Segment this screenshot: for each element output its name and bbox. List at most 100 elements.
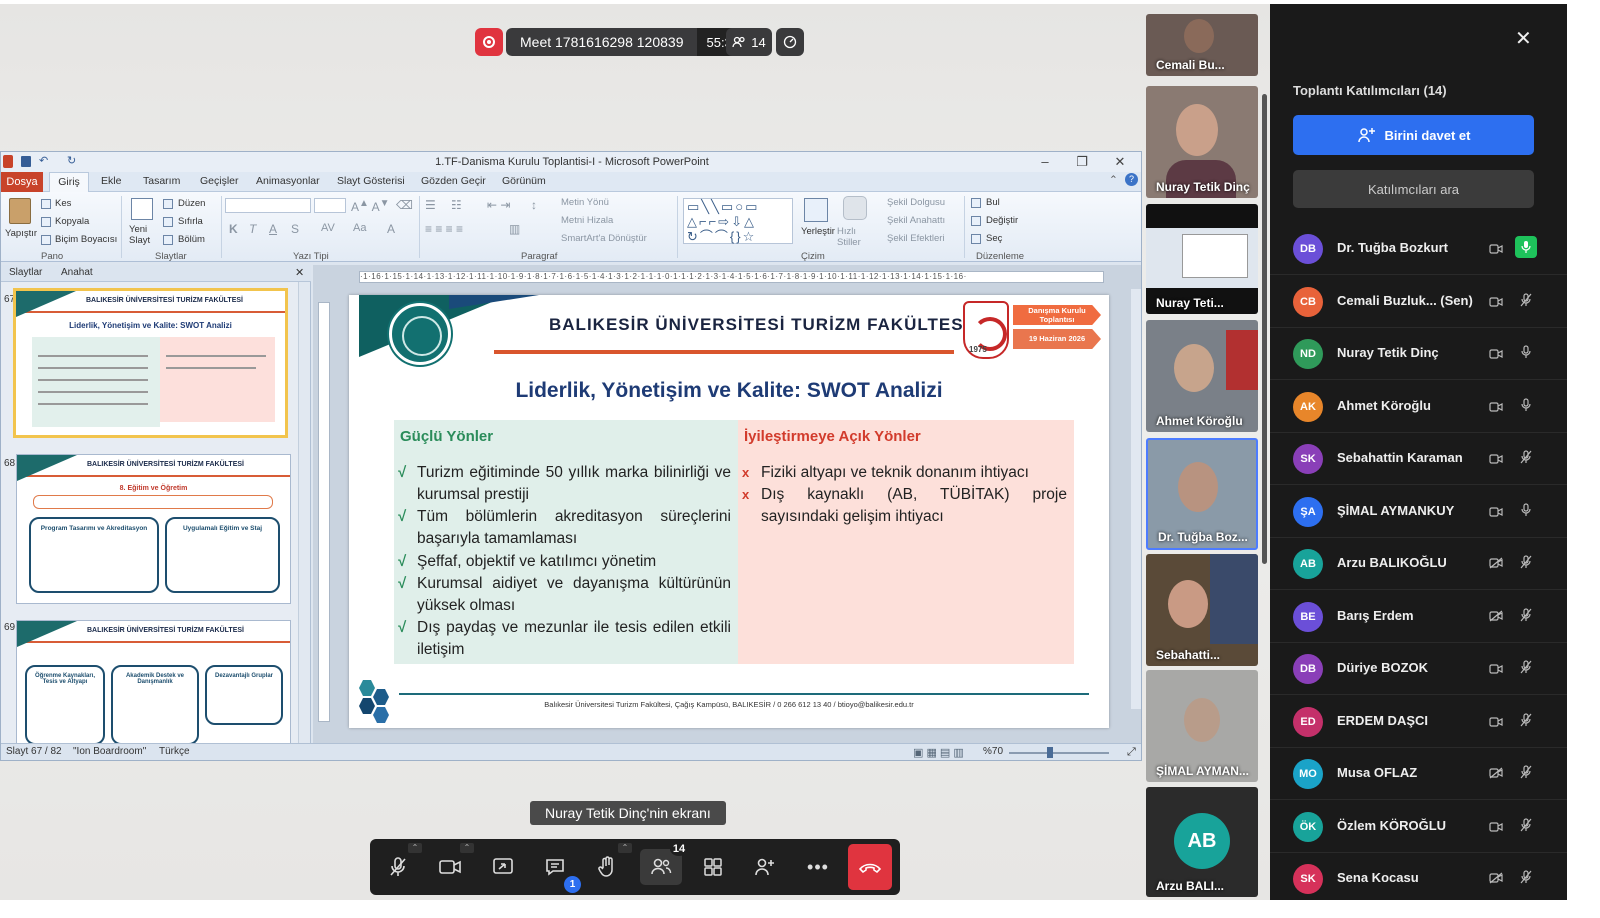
zoom-level[interactable]: %70 xyxy=(983,746,1003,757)
layout-button[interactable] xyxy=(695,849,731,885)
mic-icon[interactable] xyxy=(1515,341,1537,363)
undo-icon[interactable]: ↶ xyxy=(39,154,48,167)
participant-row[interactable]: AB Arzu BALIKOĞLU xyxy=(1270,538,1567,590)
char-spacing-icon[interactable]: AV xyxy=(321,222,335,234)
align-text-button[interactable]: Metni Hizala xyxy=(561,215,613,226)
video-tile[interactable]: Nuray Tetik Dinç xyxy=(1146,86,1258,198)
video-tile[interactable]: Cemali Bu... xyxy=(1146,14,1258,76)
mic-muted-icon[interactable] xyxy=(1515,604,1537,626)
camera-icon[interactable] xyxy=(1489,819,1503,837)
camera-button[interactable] xyxy=(432,849,468,885)
video-tile[interactable]: ŞİMAL AYMAN... xyxy=(1146,670,1258,782)
participant-row[interactable]: ED ERDEM DAŞCI xyxy=(1270,696,1567,748)
italic-icon[interactable]: T xyxy=(249,222,256,236)
shape-fill-button[interactable]: Şekil Dolgusu xyxy=(887,197,945,208)
camera-icon[interactable] xyxy=(1489,661,1503,679)
zoom-slider[interactable] xyxy=(1009,752,1109,754)
camera-options-caret[interactable]: ⌃ xyxy=(460,843,474,853)
mic-muted-icon[interactable] xyxy=(1515,866,1537,888)
smartart-button[interactable]: SmartArt'a Dönüştür xyxy=(561,233,647,244)
reset-button[interactable]: Sıfırla xyxy=(178,216,203,227)
video-tile-active[interactable]: Dr. Tuğba Boz... xyxy=(1146,438,1258,550)
thumbnail-scrollbar[interactable] xyxy=(298,282,310,743)
tab-dosya[interactable]: Dosya xyxy=(1,172,43,192)
shape-outline-button[interactable]: Şekil Anahattı xyxy=(887,215,945,226)
slide-thumbnail-69[interactable]: BALIKESİR ÜNİVERSİTESİ TURİZM FAKÜLTESİ … xyxy=(16,620,291,743)
participant-row[interactable]: ND Nuray Tetik Dinç xyxy=(1270,328,1567,380)
tab-slides[interactable]: Slaytlar xyxy=(9,267,42,278)
mic-muted-icon[interactable] xyxy=(1515,446,1537,468)
mic-options-caret[interactable]: ⌃ xyxy=(408,843,422,853)
camera-off-icon[interactable] xyxy=(1489,766,1503,784)
mic-icon[interactable] xyxy=(1515,236,1537,258)
screen-share-tile[interactable]: Nuray Teti... xyxy=(1146,204,1258,314)
ribbon-collapse-icon[interactable]: ⌃ xyxy=(1109,174,1118,186)
text-direction-button[interactable]: Metin Yönü xyxy=(561,197,609,208)
tab-gozden-gecir[interactable]: Gözden Geçir xyxy=(421,175,486,187)
mute-button[interactable] xyxy=(380,849,416,885)
slide-thumbnail-67[interactable]: BALIKESİR ÜNİVERSİTESİ TURİZM FAKÜLTESİ … xyxy=(13,288,288,438)
strikethrough-icon[interactable]: S xyxy=(291,222,299,236)
video-tile[interactable]: Ahmet Köroğlu xyxy=(1146,320,1258,432)
copy-button[interactable]: Kopyala xyxy=(55,216,89,227)
raise-hand-button[interactable] xyxy=(589,849,625,885)
shapes-gallery[interactable]: ▭╲╲▭○▭ △⌐⌐⇨⇩△ ↻⌒⌒{}☆ xyxy=(683,198,793,244)
recording-indicator[interactable] xyxy=(475,28,503,56)
mic-muted-icon[interactable] xyxy=(1515,656,1537,678)
camera-icon[interactable] xyxy=(1489,714,1503,732)
minimize-button[interactable]: – xyxy=(1027,152,1063,172)
tab-gecisler[interactable]: Geçişler xyxy=(200,175,239,187)
camera-off-icon[interactable] xyxy=(1489,871,1503,889)
mic-icon[interactable] xyxy=(1515,499,1537,521)
participant-row[interactable]: ÖK Özlem KÖROĞLU xyxy=(1270,801,1567,853)
more-options-icon[interactable]: ••• xyxy=(800,849,836,885)
mic-muted-icon[interactable] xyxy=(1515,814,1537,836)
slide-canvas[interactable]: BALIKESİR ÜNİVERSİTESİ TURİZM FAKÜLTESİ … xyxy=(349,295,1109,728)
video-tile[interactable]: AB Arzu BALI... xyxy=(1146,787,1258,897)
find-button[interactable]: Bul xyxy=(986,197,1000,208)
tile-scrollbar[interactable] xyxy=(1262,94,1267,564)
share-screen-button[interactable] xyxy=(485,849,521,885)
mic-muted-icon[interactable] xyxy=(1515,289,1537,311)
add-participant-button[interactable] xyxy=(747,849,783,885)
numbering-icon[interactable]: ☷ xyxy=(451,198,462,212)
language[interactable]: Türkçe xyxy=(159,746,190,757)
close-window-button[interactable]: ✕ xyxy=(1102,152,1138,172)
layout-button[interactable]: Düzen xyxy=(178,198,205,209)
font-family-select[interactable] xyxy=(225,198,311,213)
tab-giris[interactable]: Giriş xyxy=(49,172,89,193)
thumbnail-list[interactable]: 67 BALIKESİR ÜNİVERSİTESİ TURİZM FAKÜLTE… xyxy=(1,282,298,743)
participant-row[interactable]: AK Ahmet Köroğlu xyxy=(1270,381,1567,433)
select-button[interactable]: Seç xyxy=(986,233,1002,244)
video-tile[interactable]: Sebahatti... xyxy=(1146,554,1258,666)
grow-font-icon[interactable]: A▲ A▼ xyxy=(351,198,390,214)
columns-icon[interactable]: ▥ xyxy=(509,222,520,236)
participant-row[interactable]: MO Musa OFLAZ xyxy=(1270,748,1567,800)
quick-styles-icon[interactable] xyxy=(843,196,867,220)
participant-row[interactable]: SK Sena Kocasu xyxy=(1270,853,1567,900)
change-case-icon[interactable]: Aa xyxy=(353,222,366,234)
font-color-icon[interactable]: A xyxy=(387,222,395,236)
participant-row[interactable]: SK Sebahattin Karaman xyxy=(1270,433,1567,485)
participant-row[interactable]: ŞA ŞİMAL AYMANKUY xyxy=(1270,486,1567,538)
arrange-icon[interactable] xyxy=(804,198,828,222)
leave-call-button[interactable] xyxy=(848,844,892,890)
network-quality-button[interactable] xyxy=(776,28,804,56)
align-icons[interactable]: ≡ ≡ ≡ ≡ xyxy=(425,222,463,236)
mic-muted-icon[interactable] xyxy=(1515,551,1537,573)
tab-gorunum[interactable]: Görünüm xyxy=(502,175,546,187)
camera-icon[interactable] xyxy=(1489,451,1503,469)
font-size-select[interactable] xyxy=(314,198,346,213)
quick-styles-button[interactable]: Hızlı Stiller xyxy=(837,226,869,248)
restore-button[interactable]: ❐ xyxy=(1064,152,1100,172)
tab-outline[interactable]: Anahat xyxy=(61,267,93,278)
close-panel-icon[interactable]: ✕ xyxy=(1515,26,1532,51)
participant-search[interactable]: Katılımcıları ara xyxy=(1293,170,1534,208)
participant-row[interactable]: DB Dr. Tuğba Bozkurt xyxy=(1270,223,1567,275)
arrange-button[interactable]: Yerleştir xyxy=(801,226,835,237)
paste-icon[interactable] xyxy=(9,198,31,224)
help-icon[interactable]: ? xyxy=(1125,173,1138,186)
zoom-thumb[interactable] xyxy=(1047,747,1053,758)
camera-icon[interactable] xyxy=(1489,504,1503,522)
mic-muted-icon[interactable] xyxy=(1515,761,1537,783)
